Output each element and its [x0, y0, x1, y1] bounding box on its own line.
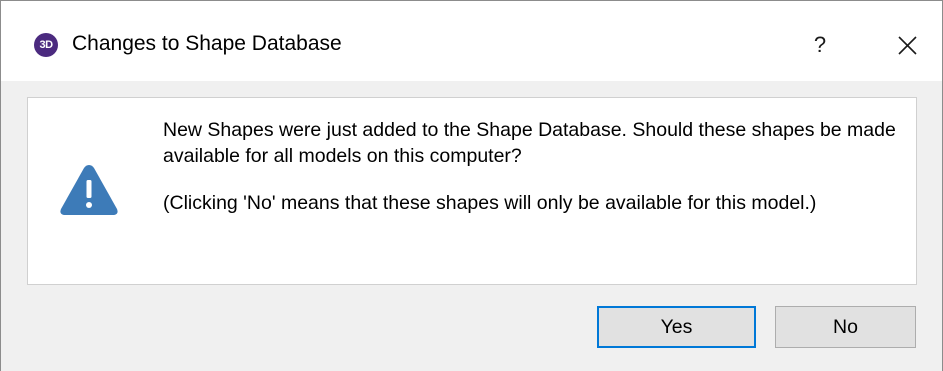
- dialog-window: 3D Changes to Shape Database ? New Shape…: [0, 0, 943, 371]
- close-button[interactable]: [884, 23, 930, 67]
- message-line-1: New Shapes were just added to the Shape …: [163, 119, 896, 167]
- window-title: Changes to Shape Database: [72, 32, 342, 55]
- message-line-2: (Clicking 'No' means that these shapes w…: [163, 192, 817, 214]
- yes-button[interactable]: Yes: [597, 306, 756, 348]
- no-button[interactable]: No: [775, 306, 916, 348]
- app-icon: 3D: [34, 33, 58, 57]
- close-icon: [898, 36, 917, 55]
- message-panel: New Shapes were just added to the Shape …: [27, 97, 917, 285]
- title-bar[interactable]: 3D Changes to Shape Database ?: [1, 1, 942, 81]
- message-text: New Shapes were just added to the Shape …: [163, 117, 903, 216]
- warning-icon: [60, 165, 118, 215]
- help-button[interactable]: ?: [800, 23, 840, 67]
